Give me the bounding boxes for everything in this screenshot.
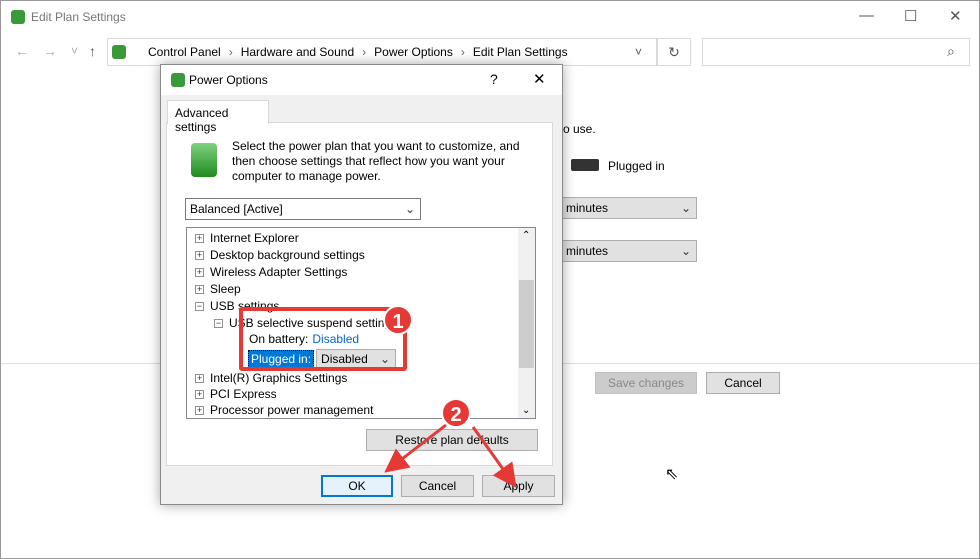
- select-value: minutes: [566, 201, 609, 215]
- annotation-arrows: [384, 423, 517, 488]
- address-dropdown-button[interactable]: ˅: [635, 45, 642, 59]
- refresh-button[interactable]: ↻: [657, 38, 691, 66]
- breadcrumb-control-panel[interactable]: Control Panel: [148, 45, 221, 59]
- display-off-select[interactable]: minutes ⌄: [561, 197, 697, 219]
- select-value: minutes: [566, 244, 609, 258]
- back-button[interactable]: ←: [15, 43, 29, 59]
- arrow-to-apply: [471, 426, 517, 488]
- search-icon: ⌕: [947, 43, 955, 59]
- breadcrumb: Control Panel › Hardware and Sound › Power…: [148, 45, 568, 59]
- forward-button[interactable]: →: [43, 43, 57, 59]
- power-options-icon: [11, 10, 25, 24]
- chevron-down-icon: ⌄: [680, 201, 691, 215]
- plugged-in-heading: Plugged in: [608, 159, 665, 173]
- plug-icon: [571, 159, 599, 171]
- maximize-button[interactable]: ☐: [904, 7, 917, 25]
- power-options-dialog: Power Options ? ✕ Advanced settings Sele…: [160, 64, 563, 505]
- minimize-button[interactable]: —: [859, 7, 874, 24]
- arrow-to-ok: [384, 423, 447, 473]
- close-button[interactable]: ✕: [949, 7, 962, 25]
- chevron-down-icon: ⌄: [680, 244, 691, 258]
- search-input[interactable]: [702, 38, 970, 66]
- recent-locations-button[interactable]: ˅: [71, 44, 78, 58]
- cancel-button[interactable]: Cancel: [706, 372, 780, 394]
- save-changes-button[interactable]: Save changes: [595, 372, 697, 394]
- background-instructions: o use.: [563, 122, 596, 136]
- mouse-cursor-icon: ⇖: [665, 466, 679, 483]
- breadcrumb-power-options[interactable]: Power Options: [374, 45, 453, 59]
- window-title: Edit Plan Settings: [31, 10, 126, 24]
- address-power-icon: [112, 45, 126, 59]
- sleep-select[interactable]: minutes ⌄: [561, 240, 697, 262]
- breadcrumb-edit-plan-settings[interactable]: Edit Plan Settings: [473, 45, 568, 59]
- up-button[interactable]: ↑: [89, 43, 96, 59]
- breadcrumb-hardware-and-sound[interactable]: Hardware and Sound: [241, 45, 354, 59]
